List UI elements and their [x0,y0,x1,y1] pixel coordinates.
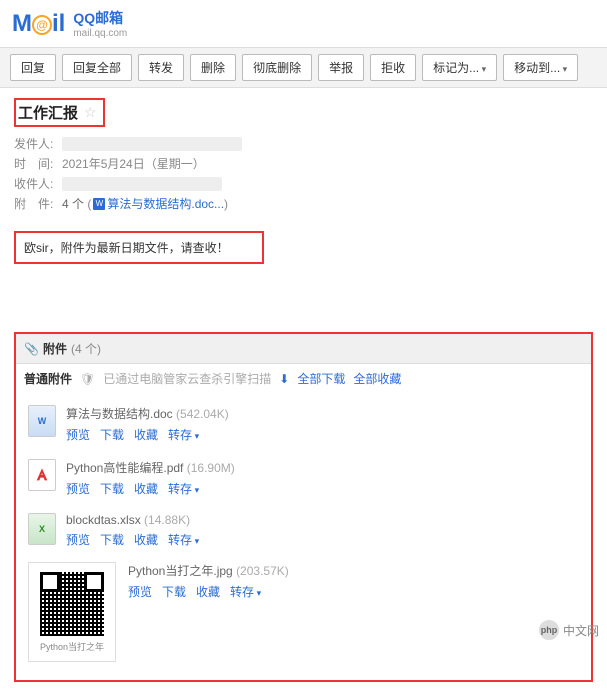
delete-button[interactable]: 删除 [190,54,236,81]
subject-row: 工作汇报 ☆ [14,98,105,127]
attach-paren: ( [84,197,91,211]
mark-as-dropdown[interactable]: 标记为... [422,54,497,81]
preview-link[interactable]: 预览 [66,480,90,497]
save-to-dropdown[interactable]: 转存 [168,426,199,443]
save-to-dropdown[interactable]: 转存 [168,480,199,497]
logo-qq-text: QQ邮箱 [73,8,127,28]
download-icon: ⬇ [279,372,289,386]
file-name: Python当打之年.jpg [128,564,233,578]
save-to-dropdown[interactable]: 转存 [230,583,261,600]
file-pdf-icon [28,459,56,491]
to-value [62,177,222,191]
paperclip-icon: 📎 [24,342,39,356]
favorite-all-link[interactable]: 全部收藏 [353,370,401,387]
download-all-link[interactable]: 全部下载 [297,370,345,387]
reply-button[interactable]: 回复 [10,54,56,81]
favorite-link[interactable]: 收藏 [134,426,158,443]
save-to-dropdown[interactable]: 转存 [168,531,199,548]
attach-paren-close: ) [224,197,228,211]
attachments-type-label: 普通附件 [24,370,72,387]
attachments-list: W 算法与数据结构.doc (542.04K) 预览 下载 收藏 转存 Pyth… [16,393,591,680]
doc-icon: W [93,198,105,210]
star-icon[interactable]: ☆ [84,104,97,121]
download-link[interactable]: 下载 [100,531,124,548]
qr-thumbnail[interactable]: Python当打之年 [28,562,116,662]
favorite-link[interactable]: 收藏 [134,531,158,548]
attachment-item: X blockdtas.xlsx (14.88K) 预览 下载 收藏 转存 [24,505,583,556]
attachments-header: 📎 附件 (4 个) [16,334,591,364]
file-size: (14.88K) [144,513,190,527]
file-name: blockdtas.xlsx [66,513,141,527]
attachment-item: W 算法与数据结构.doc (542.04K) 预览 下载 收藏 转存 [24,397,583,451]
attachments-panel: 📎 附件 (4 个) 普通附件 🛡 已通过电脑管家云查杀引擎扫描 ⬇ 全部下载 … [14,332,593,682]
move-to-dropdown[interactable]: 移动到... [503,54,578,81]
download-link[interactable]: 下载 [100,480,124,497]
watermark-logo: php [539,620,559,640]
preview-link[interactable]: 预览 [66,531,90,548]
preview-link[interactable]: 预览 [128,583,152,600]
logo-url: mail.qq.com [73,28,127,39]
attachments-title: 附件 [43,340,67,357]
mail-header: 工作汇报 ☆ 发件人: 时 间: 2021年5月24日（星期一） 收件人: 附 … [0,88,607,223]
attach-label: 附 件: [14,195,62,212]
mail-body: 欧sir，附件为最新日期文件，请查收！ [14,231,264,264]
favorite-link[interactable]: 收藏 [196,583,220,600]
from-label: 发件人: [14,135,62,152]
logo-mail-text: M@il [12,10,65,38]
to-label: 收件人: [14,175,62,192]
file-name: 算法与数据结构.doc [66,407,173,421]
app-header: M@il QQ邮箱 mail.qq.com [0,0,607,47]
attachment-item: Python当打之年 Python当打之年.jpg (203.57K) 预览 下… [24,556,583,668]
toolbar: 回复 回复全部 转发 删除 彻底删除 举报 拒收 标记为... 移动到... [0,47,607,88]
watermark: php 中文网 [539,620,599,640]
mail-subject: 工作汇报 [18,102,78,123]
file-size: (542.04K) [176,407,229,421]
preview-link[interactable]: 预览 [66,426,90,443]
download-link[interactable]: 下载 [100,426,124,443]
download-link[interactable]: 下载 [162,583,186,600]
file-xls-icon: X [28,513,56,545]
delete-forever-button[interactable]: 彻底删除 [242,54,312,81]
file-size: (203.57K) [236,564,289,578]
watermark-text: 中文网 [563,622,599,639]
scan-message: 已通过电脑管家云查杀引擎扫描 [103,370,271,387]
shield-icon: 🛡 [80,372,95,386]
file-size: (16.90M) [187,461,235,475]
file-name: Python高性能编程.pdf [66,461,183,475]
attach-count: 4 个 [62,195,84,212]
qr-code-icon [40,572,104,636]
time-value: 2021年5月24日（星期一） [62,155,205,172]
attach-first-link[interactable]: 算法与数据结构.doc... [107,195,224,212]
report-button[interactable]: 举报 [318,54,364,81]
attachment-item: Python高性能编程.pdf (16.90M) 预览 下载 收藏 转存 [24,451,583,505]
attachments-subheader: 普通附件 🛡 已通过电脑管家云查杀引擎扫描 ⬇ 全部下载 全部收藏 [16,364,591,393]
reject-button[interactable]: 拒收 [370,54,416,81]
qr-caption: Python当打之年 [40,640,104,653]
from-value [62,137,242,151]
favorite-link[interactable]: 收藏 [134,480,158,497]
reply-all-button[interactable]: 回复全部 [62,54,132,81]
file-doc-icon: W [28,405,56,437]
forward-button[interactable]: 转发 [138,54,184,81]
attachments-count: (4 个) [71,340,101,357]
time-label: 时 间: [14,155,62,172]
logo[interactable]: M@il QQ邮箱 mail.qq.com [12,8,595,39]
